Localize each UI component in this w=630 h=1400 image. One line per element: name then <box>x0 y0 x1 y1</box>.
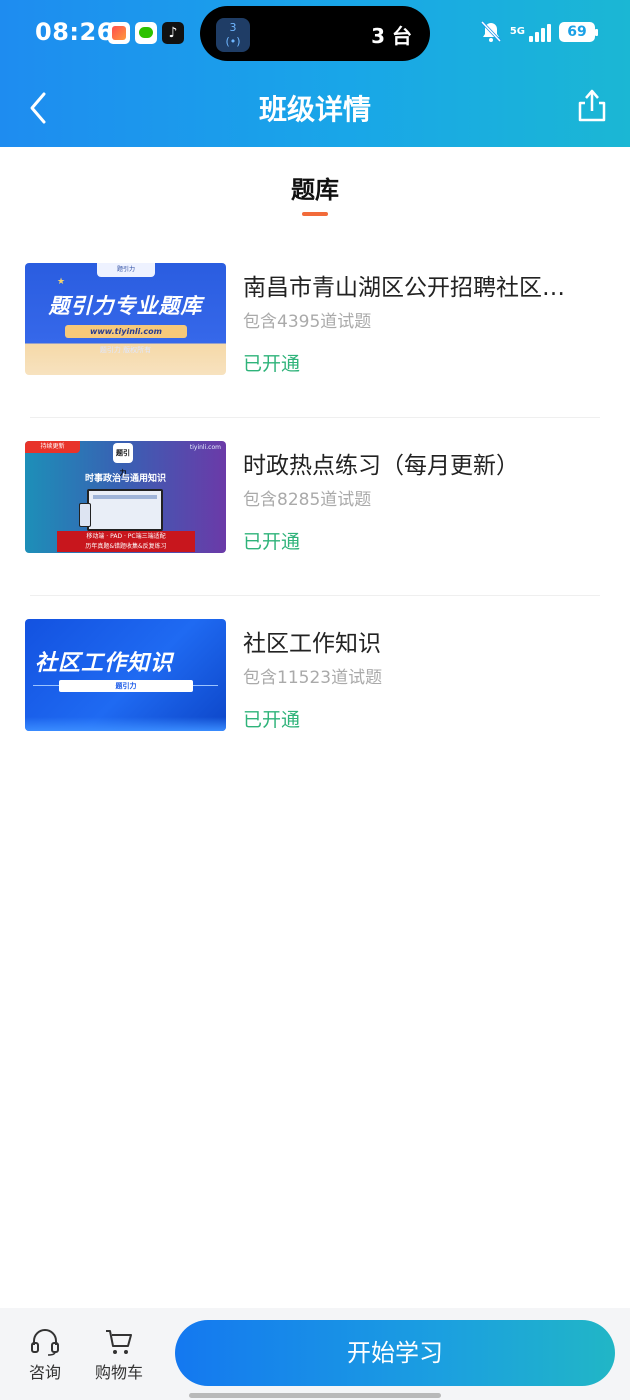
tab-question-bank[interactable]: 题库 <box>0 170 630 205</box>
signal-icon <box>529 22 551 42</box>
phone-icon <box>79 503 91 527</box>
cart-label: 购物车 <box>94 1363 143 1382</box>
course-thumbnail: 持续更新 题引力 tiyinli.com 时事政治与通用知识 移动端 · PAD… <box>25 441 226 553</box>
course-item[interactable]: 持续更新 题引力 tiyinli.com 时事政治与通用知识 移动端 · PAD… <box>0 418 630 596</box>
thumb-banner: 移动端 · PAD · PC端三端适配 历年真题&错题收集&反复练习 <box>57 531 195 552</box>
bell-muted-icon <box>480 20 501 43</box>
consult-button[interactable]: 咨询 <box>15 1328 75 1382</box>
thumb-headline: 题引力专业题库 <box>48 294 203 318</box>
course-title: 社区工作知识 <box>243 631 381 657</box>
course-status: 已开通 <box>243 353 301 375</box>
course-item[interactable]: 社区工作知识 题引力 社区工作知识 包含11523道试题 已开通 <box>0 596 630 774</box>
tiktok-icon: ♪ <box>162 22 184 44</box>
course-thumbnail: 社区工作知识 题引力 <box>25 619 226 731</box>
monitor-icon <box>87 489 163 531</box>
consult-label: 咨询 <box>28 1363 61 1382</box>
network-label: 5G <box>509 26 525 37</box>
thumb-banner-line2: 历年真题&错题收集&反复练习 <box>85 543 167 550</box>
cart-button[interactable]: 购物车 <box>88 1328 150 1382</box>
thumb-copyright: 题引力 版权所有 <box>99 346 152 354</box>
bottom-bar: 咨询 购物车 开始学习 <box>0 1308 630 1400</box>
course-status: 已开通 <box>243 531 301 553</box>
thumb-tag: 持续更新 <box>25 441 80 453</box>
course-count: 包含8285道试题 <box>243 490 372 510</box>
dynamic-island[interactable]: 3 (•) 3 台 <box>200 6 430 61</box>
wechat-icon <box>135 22 157 44</box>
app-notification-icon <box>108 22 130 44</box>
island-text: 3 台 <box>371 24 412 48</box>
share-icon <box>578 89 606 122</box>
cart-icon <box>106 1330 132 1354</box>
share-button[interactable] <box>572 84 612 128</box>
course-item[interactable]: 题引力 ★ 题引力专业题库 www.tiyinli.com 题引力 版权所有 南… <box>0 240 630 418</box>
thumb-site: tiyinli.com <box>189 444 221 451</box>
course-title: 时政热点练习（每月更新） <box>243 453 519 479</box>
nav-bar: 班级详情 <box>0 76 630 138</box>
broadcast-icon: 3 (•) <box>216 18 250 52</box>
course-list: 题引力 ★ 题引力专业题库 www.tiyinli.com 题引力 版权所有 南… <box>0 240 630 774</box>
thumb-logo: 题引力 <box>97 263 155 277</box>
status-bar: 08:26 ♪ 3 (•) 3 台 5G 69 <box>0 0 630 70</box>
course-status: 已开通 <box>243 709 301 731</box>
headset-icon <box>31 1329 59 1356</box>
thumb-url: www.tiyinli.com <box>65 325 187 338</box>
tab-indicator <box>302 212 328 216</box>
start-learning-button[interactable]: 开始学习 <box>175 1320 615 1386</box>
course-count: 包含4395道试题 <box>243 312 372 332</box>
header: 08:26 ♪ 3 (•) 3 台 5G 69 班级详情 <box>0 0 630 147</box>
thumb-logo: 题引力 <box>113 443 133 477</box>
thumb-subtitle: 时事政治与通用知识 <box>84 474 166 484</box>
battery-icon: 69 <box>559 22 598 42</box>
course-title: 南昌市青山湖区公开招聘社区… <box>243 275 565 301</box>
home-indicator[interactable] <box>189 1393 441 1398</box>
island-badge: 3 <box>229 21 237 34</box>
thumb-glow <box>25 717 226 731</box>
thumb-pill: 题引力 <box>59 680 193 692</box>
course-thumbnail: 题引力 ★ 题引力专业题库 www.tiyinli.com 题引力 版权所有 <box>25 263 226 375</box>
thumb-headline: 社区工作知识 <box>35 651 174 676</box>
star-icon: ★ <box>57 277 66 287</box>
status-icons: 5G 69 <box>480 20 598 44</box>
thumb-banner-line1: 移动端 · PAD · PC端三端适配 <box>86 533 166 540</box>
status-time: 08:26 <box>35 18 114 46</box>
page-title: 班级详情 <box>258 93 371 126</box>
course-count: 包含11523道试题 <box>243 668 383 688</box>
